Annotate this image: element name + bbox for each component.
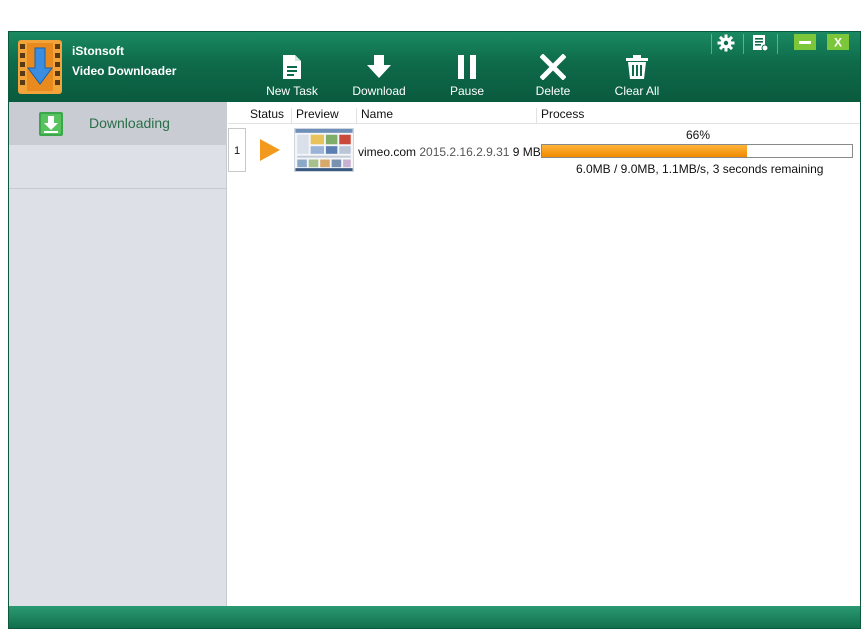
progress-info: 6.0MB / 9.0MB, 1.1MB/s, 3 seconds remain… [576, 162, 824, 176]
status-bar [9, 606, 860, 628]
minimize-icon [794, 34, 816, 50]
app-logo-icon [18, 40, 62, 94]
task-site: vimeo.com [358, 145, 417, 159]
progress-bar [541, 144, 853, 158]
sidebar: Downloading [9, 102, 227, 606]
play-icon[interactable] [259, 138, 281, 162]
table-header: Status Preview Name Process [228, 104, 860, 124]
sidebar-divider [9, 188, 227, 189]
app-name-line2: Video Downloader [72, 64, 177, 78]
progress-fill [542, 145, 747, 157]
sidebar-item-label: Downloading [89, 115, 170, 131]
row-index: 1 [228, 128, 246, 172]
download-label: Download [352, 84, 406, 98]
clear-all-button[interactable]: Clear All [613, 54, 661, 100]
close-button[interactable]: X [827, 34, 851, 54]
pause-icon [458, 55, 476, 79]
delete-x-icon [540, 54, 566, 80]
column-header-status[interactable]: Status [246, 108, 284, 124]
delete-button[interactable]: Delete [529, 54, 577, 100]
new-task-label: New Task [266, 84, 318, 98]
clear-all-label: Clear All [614, 84, 660, 98]
pause-button[interactable]: Pause [443, 54, 491, 100]
progress-percent: 66% [686, 128, 711, 142]
sidebar-item-downloading[interactable]: Downloading [9, 102, 227, 145]
register-button[interactable] [751, 34, 771, 54]
gear-icon [717, 34, 735, 52]
settings-button[interactable] [717, 34, 737, 54]
video-thumbnail [294, 128, 354, 172]
control-divider [777, 34, 778, 54]
close-icon: X [827, 34, 849, 50]
table-row[interactable]: 1 vimeo.com 2015.2.16.2.9.31 9 MB 66% 6.… [228, 126, 860, 176]
task-name: vimeo.com 2015.2.16.2.9.31 9 MB [358, 145, 541, 159]
download-icon [39, 112, 63, 136]
pause-label: Pause [449, 84, 485, 98]
close-label: X [834, 36, 842, 50]
register-icon [753, 35, 769, 52]
app-name-line1: iStonsoft [72, 44, 124, 58]
app-window: iStonsoft Video Downloader New Task Down… [8, 31, 861, 629]
trash-icon [626, 55, 648, 79]
task-size: 9 MB [512, 145, 541, 159]
column-header-process[interactable]: Process [536, 108, 584, 124]
new-task-icon [283, 55, 301, 79]
column-header-preview[interactable]: Preview [291, 108, 339, 124]
new-task-button[interactable]: New Task [259, 54, 325, 100]
control-divider [711, 34, 712, 54]
task-timestamp: 2015.2.16.2.9.31 [419, 145, 510, 159]
header-bar: iStonsoft Video Downloader New Task Down… [9, 32, 860, 102]
download-button[interactable]: Download [349, 54, 409, 100]
download-arrow-icon [367, 55, 391, 78]
minimize-button[interactable] [794, 34, 818, 54]
task-list: Status Preview Name Process 1 vimeo.com … [228, 102, 860, 606]
control-divider [743, 34, 744, 54]
column-header-name[interactable]: Name [356, 108, 393, 124]
delete-label: Delete [535, 84, 571, 98]
